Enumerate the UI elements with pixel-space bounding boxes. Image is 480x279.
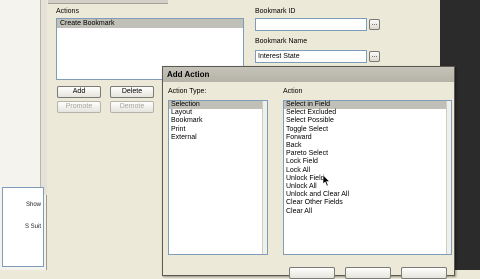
action-scrollbar[interactable] bbox=[446, 101, 451, 254]
action-type-item[interactable]: Layout bbox=[169, 109, 267, 117]
bookmark-id-label: Bookmark ID bbox=[255, 8, 296, 15]
action-item[interactable]: Lock Field bbox=[284, 158, 451, 166]
action-item[interactable]: Forward bbox=[284, 134, 451, 142]
left-panel-scrollbar[interactable] bbox=[40, 0, 47, 195]
bookmark-name-browse-button[interactable]: ... bbox=[369, 51, 380, 62]
dialog-help-button[interactable] bbox=[401, 267, 447, 279]
action-item[interactable]: Toggle Select bbox=[284, 126, 451, 134]
action-label: Action bbox=[283, 88, 303, 95]
action-item[interactable]: Back bbox=[284, 142, 451, 150]
actions-label: Actions bbox=[56, 8, 79, 15]
actions-list-item[interactable]: Create Bookmark bbox=[57, 19, 243, 28]
action-item[interactable]: Unlock Field bbox=[284, 175, 451, 183]
bookmark-name-input[interactable]: Interest State bbox=[255, 50, 367, 63]
action-type-item[interactable]: Bookmark bbox=[169, 117, 267, 125]
action-item[interactable]: Select Possible bbox=[284, 117, 451, 125]
action-item[interactable]: Clear All bbox=[284, 208, 451, 216]
delete-button[interactable]: Delete bbox=[110, 86, 154, 98]
action-type-label: Action Type: bbox=[168, 88, 207, 95]
demote-button[interactable]: Demote bbox=[110, 101, 154, 113]
dialog-title: Add Action bbox=[163, 67, 454, 82]
bookmark-id-input[interactable] bbox=[255, 18, 367, 31]
action-type-scrollbar[interactable] bbox=[262, 101, 267, 254]
action-list[interactable]: Select in Field Select Excluded Select P… bbox=[283, 100, 452, 255]
tab-strip bbox=[48, 0, 168, 4]
action-type-item[interactable]: Print bbox=[169, 126, 267, 134]
action-item[interactable]: Clear Other Fields bbox=[284, 199, 451, 207]
action-item[interactable]: Select Excluded bbox=[284, 109, 451, 117]
action-type-item[interactable]: Selection bbox=[169, 101, 267, 110]
dialog-cancel-button[interactable] bbox=[345, 267, 391, 279]
bookmark-name-label: Bookmark Name bbox=[255, 38, 308, 45]
mouse-pointer-icon bbox=[323, 175, 331, 187]
left-list-item[interactable]: Show bbox=[26, 202, 41, 208]
add-action-dialog: Add Action Action Type: Selection Layout… bbox=[162, 66, 455, 279]
action-item[interactable]: Unlock and Clear All bbox=[284, 191, 451, 199]
action-type-item[interactable]: External bbox=[169, 134, 267, 142]
left-panel-list[interactable]: Show S Suit bbox=[2, 187, 44, 267]
action-item[interactable]: Unlock All bbox=[284, 183, 451, 191]
action-type-list[interactable]: Selection Layout Bookmark Print External bbox=[168, 100, 268, 255]
action-item[interactable]: Lock All bbox=[284, 167, 451, 175]
dialog-ok-button[interactable] bbox=[289, 267, 335, 279]
bookmark-id-browse-button[interactable]: ... bbox=[369, 19, 380, 30]
left-list-item[interactable]: S Suit bbox=[25, 224, 41, 230]
action-item[interactable]: Pareto Select bbox=[284, 150, 451, 158]
promote-button[interactable]: Promote bbox=[57, 101, 101, 113]
add-button[interactable]: Add bbox=[57, 86, 101, 98]
action-item[interactable]: Select in Field bbox=[284, 101, 451, 110]
